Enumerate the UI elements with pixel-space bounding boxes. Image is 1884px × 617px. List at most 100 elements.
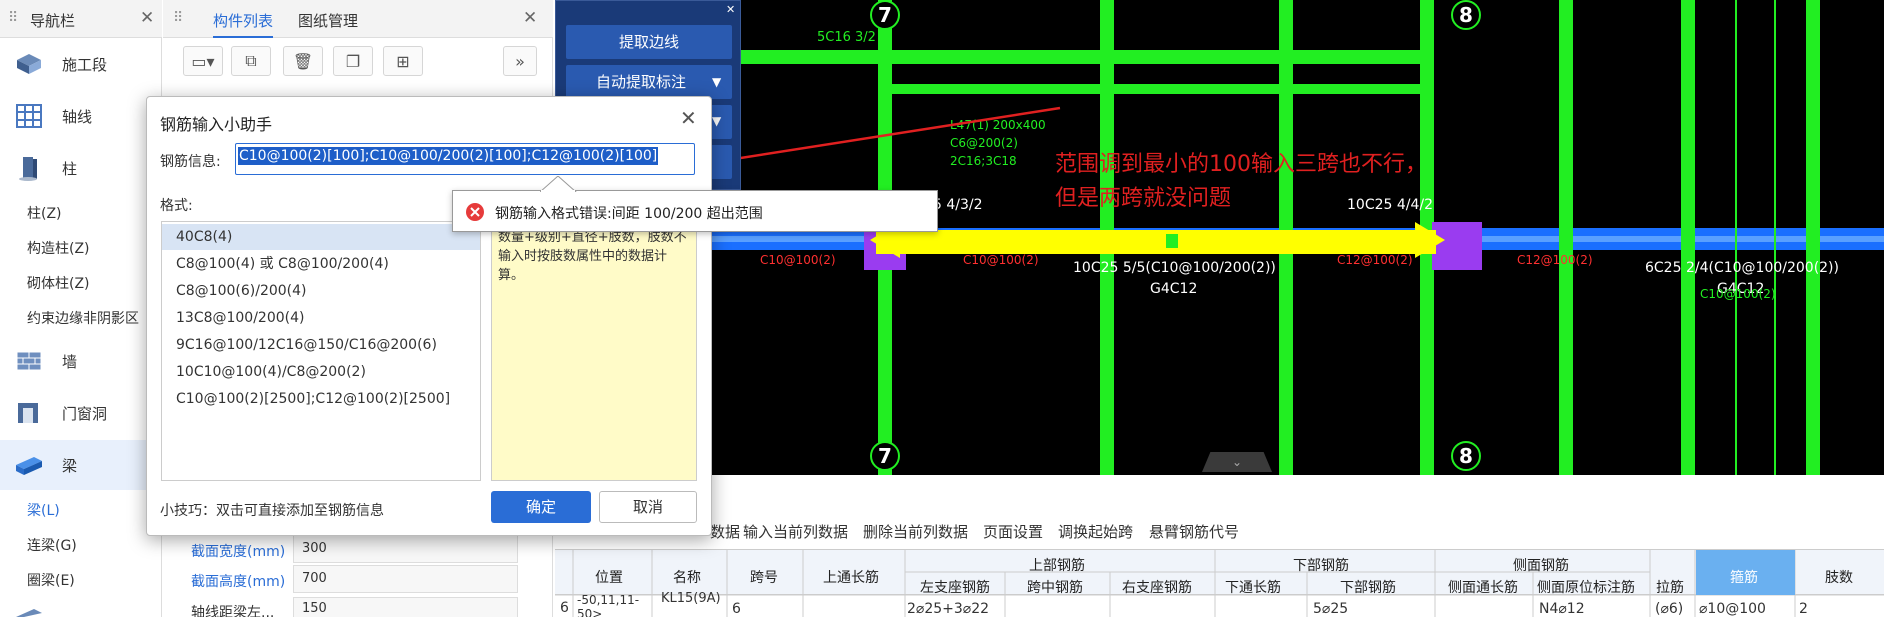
beam-grip[interactable] [1166,234,1178,248]
toolbar-cantilever-code[interactable]: 悬臂钢筋代号 [1149,521,1239,542]
cell-name[interactable]: KL15(9A) [661,591,721,606]
header-stirrup: 箍筋 [1730,570,1758,586]
chevron-down-icon[interactable]: ▼ [712,65,721,99]
cell-stirrup[interactable]: ⌀10@100 [1699,601,1793,617]
drag-handle-icon[interactable]: ⠿ [8,10,18,26]
close-icon[interactable]: ✕ [523,8,537,28]
cell-left-support[interactable]: 2⌀25+3⌀22 [907,601,989,617]
format-label: 格式: [160,198,193,214]
nav-item-door-window[interactable]: 门窗洞 [0,388,160,438]
nav-item-label: 门窗洞 [62,404,108,423]
annotation-text: 范围调到最小的100输入三跨也不行， [1055,152,1427,177]
auto-extract-label-button[interactable]: 自动提取标注 ▼ [566,65,732,99]
header-right-support: 右支座钢筋 [1122,580,1192,596]
cancel-button[interactable]: 取消 [599,491,697,523]
construction-section-icon [17,54,41,74]
cell-tie[interactable]: (⌀6) [1655,601,1683,617]
axis-bubble: 7 [870,441,900,471]
nav-item-wall[interactable]: 墙 [0,336,160,386]
column-line [1806,0,1820,475]
delete-button[interactable]: 🗑 [283,46,323,76]
format-item[interactable]: 9C16@100/12C16@150/C16@200(6) [162,332,480,358]
collapse-handle[interactable]: ⌄ [1202,452,1272,472]
sub-item-ring-beam[interactable]: 圈梁(E) [27,570,75,590]
axis-bubble: 8 [1451,0,1481,30]
rebar-info-input[interactable]: C10@100(2)[100];C10@100/200(2)[100];C12@… [235,143,695,175]
header-legs: 肢数 [1825,570,1853,586]
property-name-width: 截面宽度(mm) [191,544,286,560]
drag-handle-icon[interactable]: ⠿ [173,10,183,26]
tab-component-list[interactable]: 构件列表 [213,10,274,38]
chevron-down-icon[interactable]: ▼ [712,114,721,128]
expand-toolbar-button[interactable]: » [503,46,537,76]
header-side: 侧面钢筋 [1513,558,1569,574]
drawing-canvas[interactable]: 7 8 7 8 5C16 3/2 L47(1) 200x400 C6@200(2… [555,0,1884,475]
sub-item-masonry-column[interactable]: 砌体柱(Z) [27,273,90,293]
close-icon[interactable]: ✕ [680,106,697,130]
header-side-position: 侧面原位标注筋 [1537,580,1635,596]
sub-item-beam-l[interactable]: 梁(L) [27,500,60,520]
nav-item-beam[interactable]: 梁 [0,440,160,490]
rebar-info-value: C10@100(2)[100];C10@100/200(2)[100];C12@… [238,147,659,165]
door-window-icon [18,403,38,423]
rebar-input-dialog: 钢筋输入小助手 ✕ 钢筋信息: C10@100(2)[100];C10@100/… [146,96,712,536]
format-item[interactable]: C8@100(6)/200(4) [162,278,480,304]
sub-item-column-z[interactable]: 柱(Z) [27,203,62,223]
format-item[interactable]: C10@100(2)[2500];C12@100(2)[2500] [162,386,480,412]
property-name-offset: 轴线距梁左... [191,605,275,617]
nav-item-construction-section[interactable]: 施工段 [0,39,160,89]
nav-item-label: 柱 [62,159,78,178]
format-item[interactable]: 10C10@100(4)/C8@200(2) [162,359,480,385]
cell-side-position[interactable]: N4⌀12 [1539,601,1585,617]
cad-label: 6C25 2/4(C10@100/200(2)) [1645,260,1839,276]
ok-button[interactable]: 确定 [491,491,591,523]
format-list[interactable]: 40C8(4) C8@100(4) 或 C8@100/200(4) C8@100… [161,221,481,481]
sub-item-coupling-beam[interactable]: 连梁(G) [27,535,77,555]
header-position: 位置 [595,570,623,586]
table-toolbar: 数据 输入当前列数据 删除当前列数据 页面设置 调换起始跨 悬臂钢筋代号 [555,505,1884,545]
format-item[interactable]: 13C8@100/200(4) [162,305,480,331]
toolbar-data[interactable]: 数据 [710,521,740,542]
header-mid-span: 跨中钢筋 [1027,580,1083,596]
toolbar-input-column[interactable]: 输入当前列数据 [743,521,848,542]
close-icon[interactable]: ✕ [140,8,154,28]
toolbar-delete-column[interactable]: 删除当前列数据 [863,521,968,542]
column-line [1681,0,1695,475]
property-value-width[interactable]: 300 [293,535,518,563]
nav-item-column[interactable]: 柱 [0,143,160,193]
layer-button[interactable]: ⊞ [383,46,423,76]
format-item[interactable]: C8@100(4) 或 C8@100/200(4) [162,251,480,277]
axis-bubble: 7 [870,0,900,30]
cell-legs[interactable]: 2 [1799,601,1808,617]
format-item[interactable]: 40C8(4) [162,224,480,250]
cell-span[interactable]: 6 [732,601,741,617]
wall-icon [16,351,42,371]
property-value-height[interactable]: 700 [293,565,518,593]
close-icon[interactable]: ✕ [726,3,735,16]
property-value-offset[interactable]: 150 [293,597,518,617]
sub-item-constraint-edge[interactable]: 约束边缘非阴影区 [27,308,139,328]
copy-button[interactable]: ⧉ [231,46,271,76]
header-side-through: 侧面通长筋 [1448,580,1518,596]
cad-label: C10@100(2) [1700,287,1776,301]
toolbar-swap-span[interactable]: 调换起始跨 [1058,521,1133,542]
header-lower-through: 下通长筋 [1225,580,1281,596]
selected-beam[interactable] [876,230,1436,254]
column-line [1559,0,1573,475]
extract-edge-button[interactable]: 提取边线 [566,25,732,59]
property-value-text: 150 [302,601,327,616]
cell-position[interactable]: -50,11,11-50> [577,593,649,617]
cad-label: 5C16 3/2 [817,30,876,45]
header-upper: 上部钢筋 [1029,558,1085,574]
error-tooltip: 钢筋输入格式错误:间距 100/200 超出范围 [452,190,938,232]
sub-item-constructional-column[interactable]: 构造柱(Z) [27,238,90,258]
auto-extract-label: 自动提取标注 [596,73,687,91]
tab-drawing-management[interactable]: 图纸管理 [298,10,358,31]
header-lower: 下部钢筋 [1293,558,1349,574]
cell-lower-bar[interactable]: 5⌀25 [1313,601,1348,617]
new-component-button[interactable]: ▭▾ [183,46,223,76]
beam-line [740,50,1430,64]
duplicate-button[interactable]: ❐ [333,46,373,76]
toolbar-page-setup[interactable]: 页面设置 [983,521,1043,542]
nav-item-axis[interactable]: 轴线 [0,91,160,141]
